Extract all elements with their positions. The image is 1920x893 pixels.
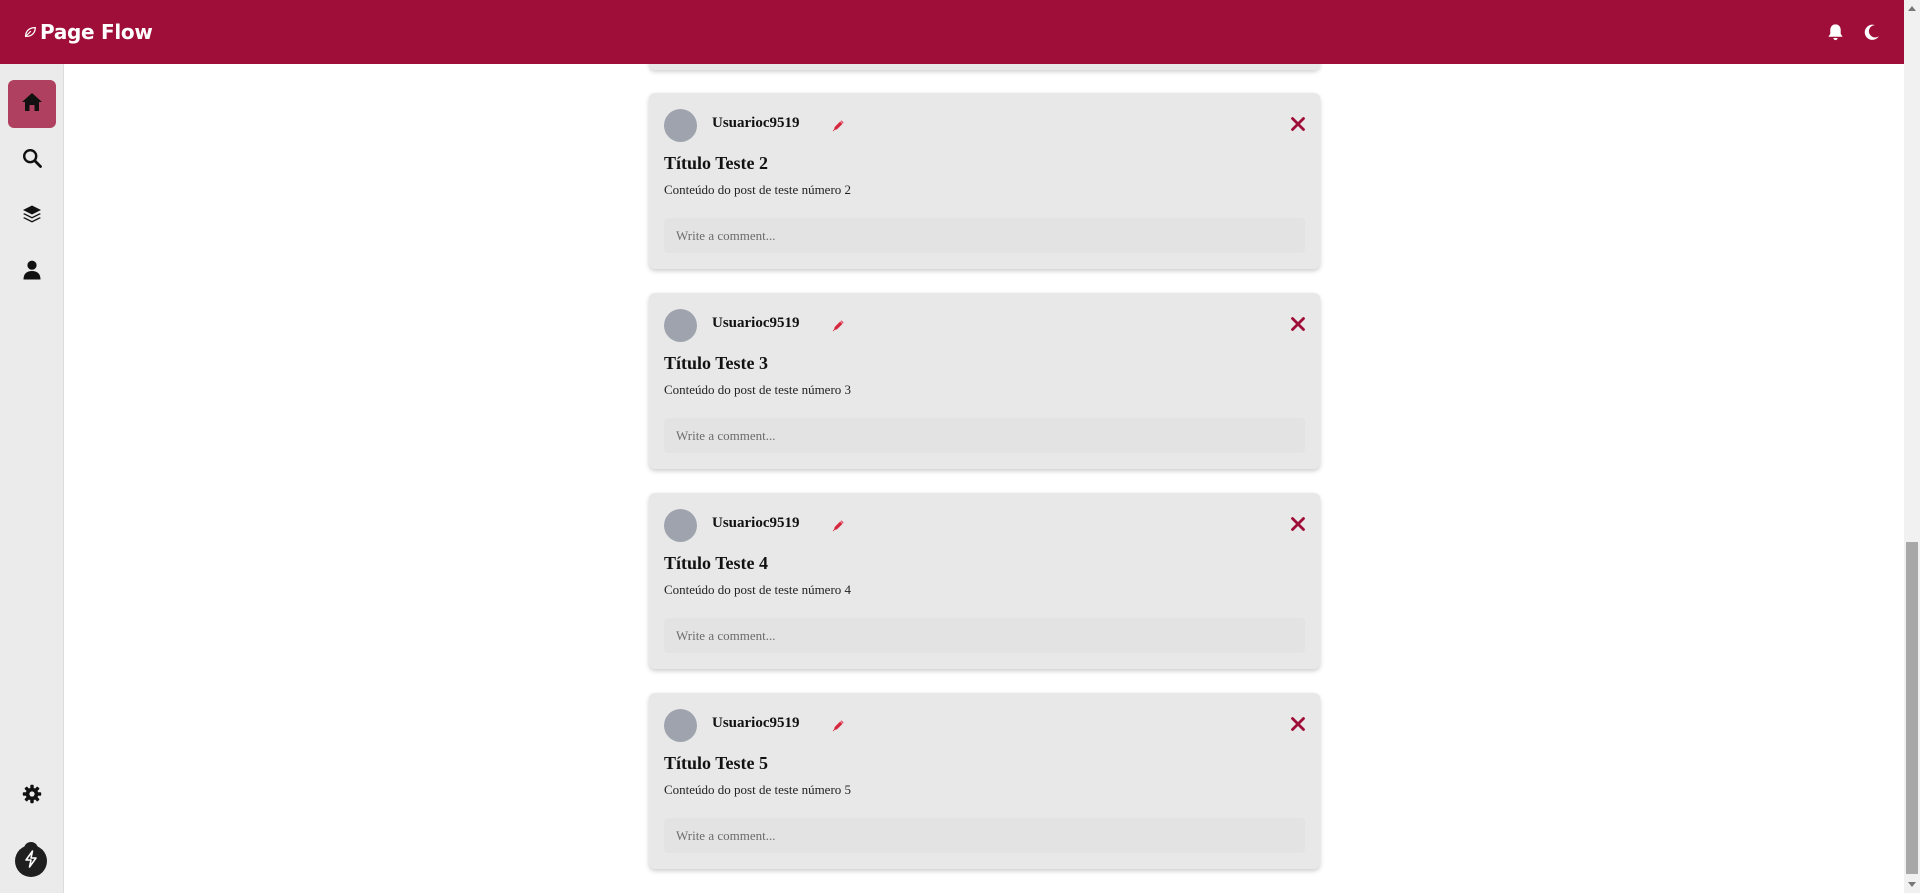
scroll-down-arrow-icon[interactable]: [1904, 877, 1920, 893]
top-bar: Page Flow: [0, 0, 1904, 64]
post-title: Título Teste 2: [664, 153, 769, 173]
comment-input[interactable]: [664, 218, 1305, 253]
pencil-icon[interactable]: [829, 316, 847, 334]
avatar[interactable]: [664, 709, 697, 742]
comment-input[interactable]: [664, 418, 1305, 453]
brand-name: Page Flow: [40, 20, 153, 44]
comment-input[interactable]: [664, 618, 1305, 653]
close-icon[interactable]: [1289, 315, 1307, 333]
close-icon[interactable]: [1289, 115, 1307, 133]
post-card: Usuarioc9519 Título Teste 3 Conteúdo do …: [649, 293, 1320, 469]
pencil-icon[interactable]: [829, 116, 847, 134]
brand[interactable]: Page Flow: [22, 20, 153, 44]
scroll-up-arrow-icon[interactable]: [1904, 0, 1920, 16]
post-username[interactable]: Usuarioc9519: [712, 315, 800, 332]
home-icon: [21, 92, 43, 117]
close-icon[interactable]: [1289, 715, 1307, 733]
bell-icon[interactable]: [1824, 21, 1846, 43]
sidebar-item-home[interactable]: [8, 80, 56, 128]
avatar[interactable]: [664, 309, 697, 342]
sidebar-item-layers[interactable]: [8, 192, 56, 240]
sidebar: [0, 64, 64, 893]
post-title: Título Teste 4: [664, 553, 769, 573]
sidebar-item-profile[interactable]: [8, 248, 56, 296]
sidebar-item-search[interactable]: [8, 136, 56, 184]
moon-icon[interactable]: [1860, 21, 1882, 43]
avatar[interactable]: [664, 109, 697, 142]
post-content: Conteúdo do post de teste número 2: [664, 182, 852, 197]
comment-input[interactable]: [664, 818, 1305, 853]
scrollbar-thumb[interactable]: [1906, 542, 1918, 874]
pencil-icon[interactable]: [829, 516, 847, 534]
avatar[interactable]: [664, 509, 697, 542]
gear-icon: [22, 784, 42, 809]
leaf-icon: [22, 24, 38, 40]
post-content: Conteúdo do post de teste número 5: [664, 782, 852, 797]
top-actions: [1824, 21, 1882, 43]
post-content: Conteúdo do post de teste número 3: [664, 382, 852, 397]
post-title: Título Teste 3: [664, 353, 769, 373]
layers-icon: [22, 204, 42, 229]
close-icon[interactable]: [1289, 515, 1307, 533]
search-icon: [22, 148, 42, 173]
post-card: Usuarioc9519 Título Teste 4 Conteúdo do …: [649, 493, 1320, 669]
post-username[interactable]: Usuarioc9519: [712, 115, 800, 132]
post-title: Título Teste 5: [664, 753, 769, 773]
lightning-icon: [23, 849, 39, 873]
post-card: Usuarioc9519 Título Teste 5 Conteúdo do …: [649, 693, 1320, 869]
sidebar-item-settings[interactable]: [8, 772, 56, 820]
quick-action-button[interactable]: [15, 845, 47, 877]
pencil-icon[interactable]: [829, 716, 847, 734]
post-content: Conteúdo do post de teste número 4: [664, 582, 852, 597]
post-username[interactable]: Usuarioc9519: [712, 715, 800, 732]
user-icon: [23, 260, 41, 285]
post-username[interactable]: Usuarioc9519: [712, 515, 800, 532]
post-card: Usuarioc9519 Título Teste 2 Conteúdo do …: [649, 93, 1320, 269]
